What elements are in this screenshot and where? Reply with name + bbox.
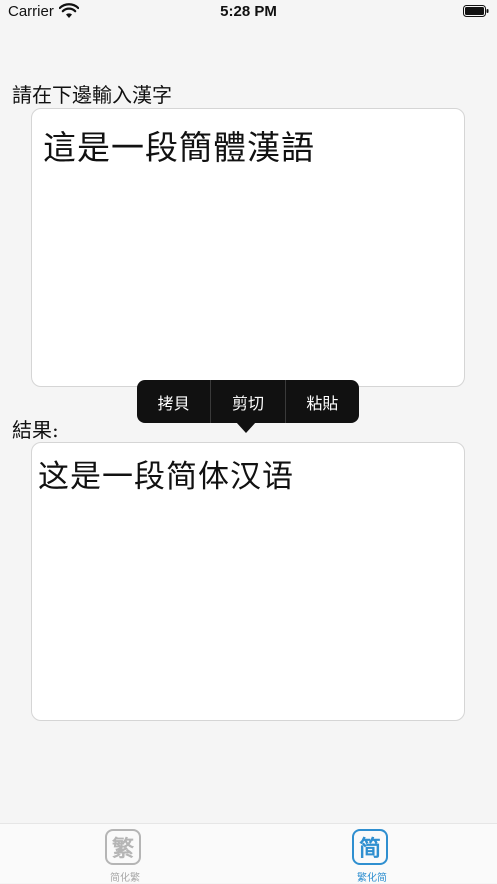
cut-menu-item[interactable]: 剪切	[210, 380, 284, 423]
result-label: 結果:	[12, 418, 59, 442]
tab-traditional-to-simplified[interactable]: 简 繁化简	[342, 829, 402, 884]
copy-menu-item[interactable]: 拷貝	[137, 380, 210, 423]
tab-label: 简化繁	[110, 873, 140, 884]
tab-simplified-to-traditional[interactable]: 繁 简化繁	[95, 829, 155, 884]
simplified-char-icon: 简	[352, 829, 388, 865]
tab-bar: 繁 简化繁 简 繁化简	[0, 823, 497, 884]
edit-context-menu: 拷貝 剪切 粘貼	[137, 380, 359, 423]
input-text-area[interactable]: 這是一段簡體漢語	[31, 108, 465, 387]
status-bar: Carrier 5:28 PM	[0, 0, 497, 28]
input-label: 請在下邊輸入漢字	[12, 83, 172, 107]
battery-icon	[463, 5, 489, 17]
context-menu-arrow	[236, 422, 256, 433]
result-text: 这是一段简体汉语	[38, 459, 294, 495]
tab-label: 繁化简	[357, 873, 387, 884]
status-time: 5:28 PM	[220, 3, 277, 20]
result-text-area[interactable]: 这是一段简体汉语	[31, 442, 465, 721]
traditional-char-icon: 繁	[105, 829, 141, 865]
paste-menu-item[interactable]: 粘貼	[284, 380, 359, 423]
input-text: 這是一段簡體漢語	[43, 128, 315, 167]
